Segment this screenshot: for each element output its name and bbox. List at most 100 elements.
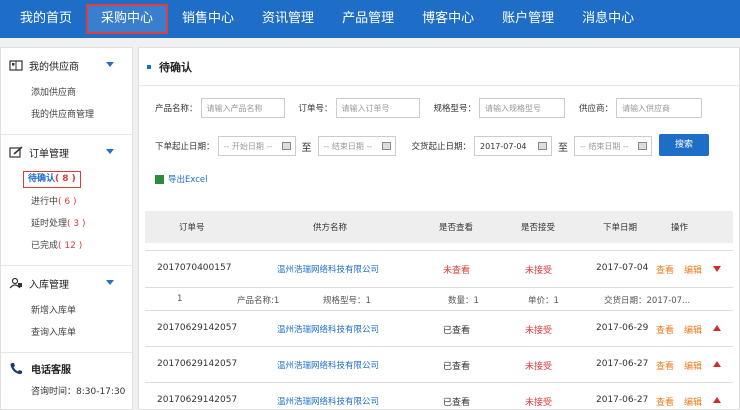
sidebar-item-add-supplier[interactable]: 添加供应商 bbox=[1, 82, 132, 104]
accepted-status: 未接受 bbox=[525, 326, 553, 336]
sidebar: 我的供应商 添加供应商 我的供应商管理 订单管理 待确认( 8 ) 进行中( 6… bbox=[0, 47, 133, 410]
sidebar-head-supplier[interactable]: 我的供应商 bbox=[1, 48, 132, 82]
viewed-status: 未查看 bbox=[443, 266, 471, 276]
nav-sales-center[interactable]: 销售中心 bbox=[168, 4, 248, 34]
sidebar-item-completed[interactable]: 已完成( 12 ) bbox=[1, 235, 132, 257]
order-end-date-input[interactable]: -- 结束日期 -- bbox=[317, 136, 396, 156]
collapse-arrow-icon[interactable] bbox=[713, 266, 721, 272]
view-link[interactable]: 查看 bbox=[656, 395, 674, 408]
caret-down-icon[interactable] bbox=[106, 280, 114, 285]
export-excel-label: 导出Excel bbox=[168, 175, 208, 185]
sidebar-item-pending[interactable]: 待确认( 8 ) bbox=[23, 171, 81, 188]
view-link[interactable]: 查看 bbox=[656, 263, 674, 276]
edit-link[interactable]: 编辑 bbox=[684, 359, 702, 372]
spec-label: 规格型号： bbox=[433, 104, 477, 114]
supplier-link[interactable]: 温州浩瑞网络科技有限公司 bbox=[277, 263, 379, 275]
title-marker-icon bbox=[147, 64, 151, 69]
nav-blog-center[interactable]: 博客中心 bbox=[408, 4, 488, 34]
calendar-icon[interactable] bbox=[381, 142, 391, 150]
col-supplier: 供方名称 bbox=[313, 223, 348, 233]
phone-service-title: 电话客服 bbox=[9, 361, 132, 376]
sidebar-head-label: 订单管理 bbox=[29, 148, 69, 160]
filter-row-1: 产品名称： 请输入产品名称 订单号： 请输入订单号 规格型号： 请输入规格型号 … bbox=[155, 97, 703, 119]
trade-end-date-input[interactable]: -- 结束日期 -- bbox=[574, 136, 653, 156]
order-no: 20170629142057 bbox=[157, 359, 238, 369]
sidebar-item-delayed[interactable]: 延时处理( 3 ) bbox=[1, 213, 132, 235]
placeholder-text: -- 开始日期 -- bbox=[223, 141, 273, 151]
viewed-status: 已查看 bbox=[443, 398, 471, 408]
accepted-status: 未接受 bbox=[525, 266, 553, 276]
count-badge: ( 6 ) bbox=[58, 197, 77, 207]
trade-date-label: 交货起止日期： bbox=[411, 142, 472, 152]
edit-link[interactable]: 编辑 bbox=[684, 395, 702, 408]
table-row: 20170629142057 温州浩瑞网络科技有限公司 已查看 未接受 2017… bbox=[145, 382, 733, 409]
table-row: 20170629142057 温州浩瑞网络科技有限公司 已查看 未接受 2017… bbox=[145, 346, 733, 384]
sidebar-item-my-supplier[interactable]: 我的供应商管理 bbox=[1, 104, 132, 126]
calendar-icon[interactable] bbox=[538, 142, 548, 150]
order-no-label: 订单号： bbox=[298, 104, 333, 114]
viewed-status: 已查看 bbox=[443, 326, 471, 336]
order-no-input[interactable]: 请输入订单号 bbox=[335, 98, 420, 118]
count-badge: ( 3 ) bbox=[67, 219, 86, 229]
expand-arrow-icon[interactable] bbox=[713, 325, 721, 331]
count-badge: ( 12 ) bbox=[58, 241, 83, 251]
supplier-link[interactable]: 温州浩瑞网络科技有限公司 bbox=[277, 395, 379, 407]
caret-down-icon[interactable] bbox=[106, 149, 114, 154]
nav-news-management[interactable]: 资讯管理 bbox=[248, 4, 328, 34]
edit-link[interactable]: 编辑 bbox=[684, 323, 702, 336]
accepted-status: 未接受 bbox=[525, 362, 553, 372]
sidebar-item-label: 延时处理 bbox=[31, 219, 68, 229]
expand-arrow-icon[interactable] bbox=[713, 397, 721, 403]
sidebar-head-orders[interactable]: 订单管理 bbox=[1, 135, 132, 169]
detail-product: 产品名称:1 bbox=[237, 296, 280, 306]
order-no: 2017070400157 bbox=[157, 263, 232, 273]
table-header: 订单号 供方名称 是否查看 是否接受 下单日期 操作 bbox=[145, 211, 733, 243]
sidebar-item-new-inbound[interactable]: 新增入库单 bbox=[1, 300, 132, 322]
input-value: 2017-07-04 bbox=[480, 141, 527, 151]
col-order-no: 订单号 bbox=[179, 223, 205, 233]
page-title: 待确认 bbox=[139, 48, 739, 86]
detail-spec: 规格型号：1 bbox=[323, 296, 371, 306]
nav-product-management[interactable]: 产品管理 bbox=[328, 4, 408, 34]
nav-home[interactable]: 我的首页 bbox=[6, 4, 86, 34]
sidebar-head-label: 我的供应商 bbox=[29, 61, 79, 73]
detail-qty: 数量：1 bbox=[448, 296, 479, 306]
order-no: 20170629142057 bbox=[157, 395, 238, 405]
order-start-date-input[interactable]: -- 开始日期 -- bbox=[217, 136, 296, 156]
order-detail-row: 1 产品名称:1 规格型号：1 数量：1 单价：1 交货日期：2017-07..… bbox=[145, 288, 733, 312]
view-link[interactable]: 查看 bbox=[656, 359, 674, 372]
caret-down-icon[interactable] bbox=[106, 62, 114, 67]
calendar-icon[interactable] bbox=[281, 142, 291, 150]
col-accepted: 是否接受 bbox=[521, 223, 556, 233]
sidebar-head-warehouse[interactable]: 入库管理 bbox=[1, 266, 132, 300]
filter-row-2: 下单起止日期： -- 开始日期 -- 至 -- 结束日期 -- 交货起止日期： … bbox=[155, 135, 653, 157]
nav-message-center[interactable]: 消息中心 bbox=[568, 4, 648, 34]
phone-service-time: 咨询时间：8:30-17:30 bbox=[31, 387, 126, 397]
main-panel: 待确认 产品名称： 请输入产品名称 订单号： 请输入订单号 规格型号： 请输入规… bbox=[138, 47, 740, 410]
page-title-text: 待确认 bbox=[159, 60, 192, 74]
search-button[interactable]: 搜索 bbox=[659, 134, 709, 156]
product-name-label: 产品名称： bbox=[155, 104, 198, 114]
supplier-link[interactable]: 温州浩瑞网络科技有限公司 bbox=[277, 359, 379, 371]
edit-link[interactable]: 编辑 bbox=[684, 263, 702, 276]
expand-arrow-icon[interactable] bbox=[713, 361, 721, 367]
order-date: 2017-06-29 bbox=[596, 323, 649, 333]
product-name-input[interactable]: 请输入产品名称 bbox=[200, 98, 285, 118]
sidebar-item-in-progress[interactable]: 进行中( 6 ) bbox=[1, 191, 132, 213]
top-nav: 我的首页 采购中心 销售中心 资讯管理 产品管理 博客中心 账户管理 消息中心 bbox=[0, 0, 740, 38]
order-no: 20170629142057 bbox=[157, 323, 238, 333]
phone-icon bbox=[10, 363, 22, 375]
trade-start-date-input[interactable]: 2017-07-04 bbox=[474, 136, 553, 156]
export-excel-link[interactable]: 导出Excel bbox=[155, 173, 208, 185]
detail-price: 单价：1 bbox=[528, 296, 559, 306]
calendar-icon[interactable] bbox=[638, 142, 648, 150]
nav-account-management[interactable]: 账户管理 bbox=[488, 4, 568, 34]
view-link[interactable]: 查看 bbox=[656, 323, 674, 336]
supplier-link[interactable]: 温州浩瑞网络科技有限公司 bbox=[277, 323, 379, 335]
order-date: 2017-06-27 bbox=[596, 359, 649, 369]
sidebar-item-query-inbound[interactable]: 查询入库单 bbox=[1, 322, 132, 344]
spec-input[interactable]: 请输入规格型号 bbox=[479, 98, 566, 118]
supplier-book-icon bbox=[9, 60, 23, 71]
supplier-input[interactable]: 请输入供应商 bbox=[616, 98, 703, 118]
nav-purchase-center[interactable]: 采购中心 bbox=[86, 4, 169, 34]
